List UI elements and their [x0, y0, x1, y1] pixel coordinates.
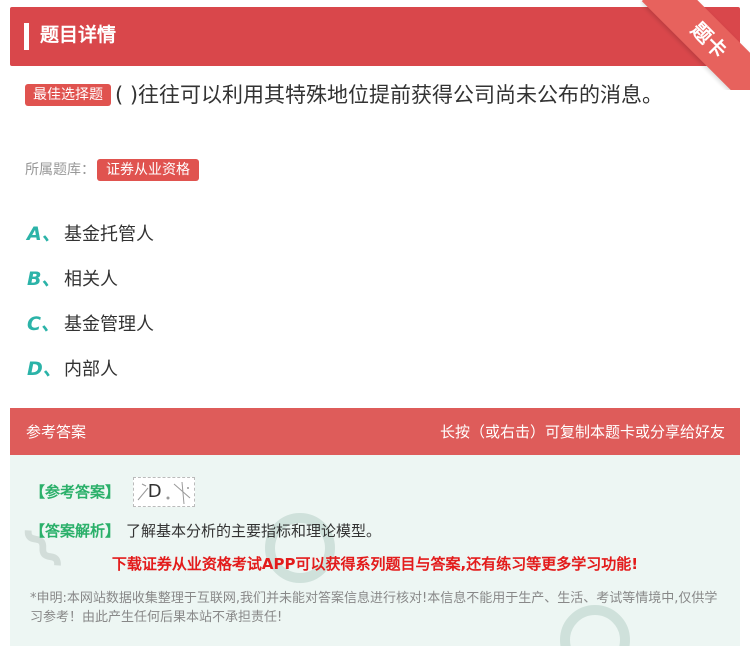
option-letter: A、 [27, 223, 61, 245]
detail-header: 题目详情 [10, 7, 740, 66]
option-text: 相关人 [64, 268, 118, 290]
bank-tag[interactable]: 证券从业资格 [97, 159, 199, 181]
option-text: 内部人 [64, 358, 118, 380]
header-accent-bar [24, 23, 29, 50]
option-d[interactable]: D、 内部人 [27, 345, 154, 390]
answer-image: D [132, 477, 195, 507]
answer-row: 【参考答案】 D [30, 477, 195, 507]
option-b[interactable]: B、 相关人 [27, 255, 154, 300]
card-ribbon: 题卡 [640, 0, 750, 90]
analysis-row: 【答案解析】 了解基本分析的主要指标和理论模型。 [30, 519, 381, 543]
question-stem: 最佳选择题( )往往可以利用其特殊地位提前获得公司尚未公布的消息。 [25, 78, 725, 113]
option-letter: D、 [27, 358, 62, 380]
question-type-tag: 最佳选择题 [25, 84, 111, 106]
question-bank-row: 所属题库： 证券从业资格 [25, 158, 199, 182]
answer-value: D [147, 481, 162, 502]
question-text: ( )往往可以利用其特殊地位提前获得公司尚未公布的消息。 [115, 83, 664, 107]
option-text: 基金管理人 [64, 313, 154, 335]
card-ribbon-label: 题卡 [641, 0, 750, 90]
answer-section-header: 参考答案 长按（或右击）可复制本题卡或分享给好友 [10, 408, 740, 455]
option-letter: B、 [27, 268, 61, 290]
app-download-promo[interactable]: 下载证券从业资格考试APP可以获得系列题目与答案,还有练习等更多学习功能! [10, 553, 740, 574]
answer-label: 【参考答案】 [30, 482, 121, 501]
bank-label: 所属题库： [25, 162, 95, 178]
option-a[interactable]: A、 基金托管人 [27, 210, 154, 255]
share-hint: 长按（或右击）可复制本题卡或分享给好友 [439, 423, 725, 441]
answer-section-title: 参考答案 [26, 423, 87, 441]
disclaimer: *申明:本网站数据收集整理于互联网,我们并未能对答案信息进行核对!本信息不能用于… [30, 591, 718, 625]
answer-noise-icon [137, 481, 191, 505]
option-text: 基金托管人 [64, 223, 154, 245]
analysis-text: 了解基本分析的主要指标和理论模型。 [126, 522, 382, 540]
page-title: 题目详情 [40, 24, 117, 46]
options-list: A、 基金托管人 B、 相关人 C、 基金管理人 D、 内部人 [27, 210, 154, 390]
option-c[interactable]: C、 基金管理人 [27, 300, 154, 345]
option-letter: C、 [27, 313, 60, 335]
analysis-label: 【答案解析】 [30, 522, 121, 540]
answer-section-body: ⌇ 【参考答案】 D 【答案解析】 了解基本分析的主要指标和理论模型。 下载证券从… [10, 455, 740, 646]
